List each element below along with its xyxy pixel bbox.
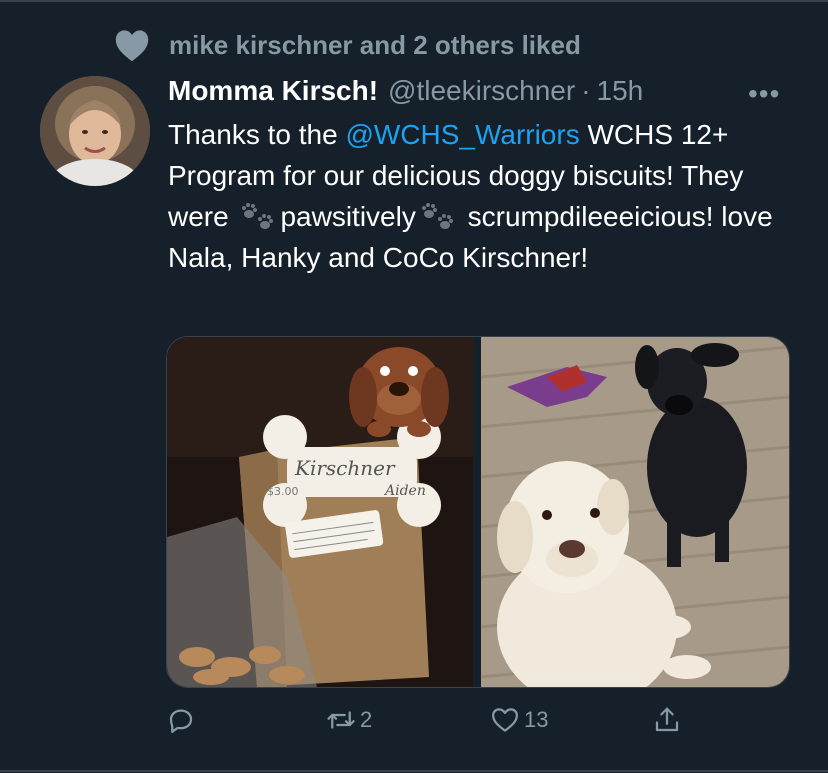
author-display-name[interactable]: Momma Kirsch! bbox=[168, 75, 378, 107]
tweet-timestamp[interactable]: 15h bbox=[597, 75, 644, 107]
retweet-button[interactable]: 2 bbox=[326, 700, 372, 740]
paw-prints-icon bbox=[242, 203, 274, 229]
bottom-divider bbox=[0, 770, 828, 772]
like-count: 13 bbox=[524, 707, 549, 732]
reply-icon bbox=[169, 709, 193, 733]
retweet-icon bbox=[327, 711, 355, 729]
top-divider bbox=[0, 0, 828, 2]
like-button[interactable]: 13 bbox=[490, 700, 548, 740]
share-icon bbox=[655, 707, 679, 732]
media-image-biscuit-bag[interactable]: Kirschner $3.00 Aiden bbox=[167, 337, 473, 687]
tag-signature: Aiden bbox=[383, 483, 426, 499]
header-separator: · bbox=[581, 75, 591, 106]
social-context[interactable]: mike kirschner and 2 others liked bbox=[113, 28, 581, 62]
social-context-text: mike kirschner and 2 others liked bbox=[169, 29, 581, 60]
tweet-media[interactable]: Kirschner $3.00 Aiden bbox=[166, 336, 790, 688]
tweet-header: Momma Kirsch! @tleekirschner · 15h bbox=[168, 72, 643, 110]
tweet-text: Thanks to the @WCHS_Warriors WCHS 12+ Pr… bbox=[168, 114, 788, 278]
more-options-button[interactable]: ••• bbox=[748, 78, 780, 110]
media-image-dogs[interactable] bbox=[480, 337, 789, 687]
heart-outline-icon bbox=[492, 708, 518, 732]
paw-prints-icon bbox=[421, 203, 453, 229]
retweet-count: 2 bbox=[360, 707, 373, 732]
author-handle[interactable]: @tleekirschner bbox=[388, 75, 575, 107]
tweet-text-part: pawsitively bbox=[280, 201, 416, 232]
tweet-actions: 2 13 bbox=[166, 700, 726, 740]
tag-name: Kirschner bbox=[294, 456, 396, 480]
share-button[interactable] bbox=[652, 700, 682, 740]
heart-icon bbox=[115, 30, 149, 62]
avatar[interactable] bbox=[40, 76, 150, 186]
mention-link[interactable]: @WCHS_Warriors bbox=[345, 119, 579, 150]
tag-price: $3.00 bbox=[267, 485, 299, 498]
reply-button[interactable] bbox=[166, 700, 196, 740]
tweet-text-part: Thanks to the bbox=[168, 119, 346, 150]
